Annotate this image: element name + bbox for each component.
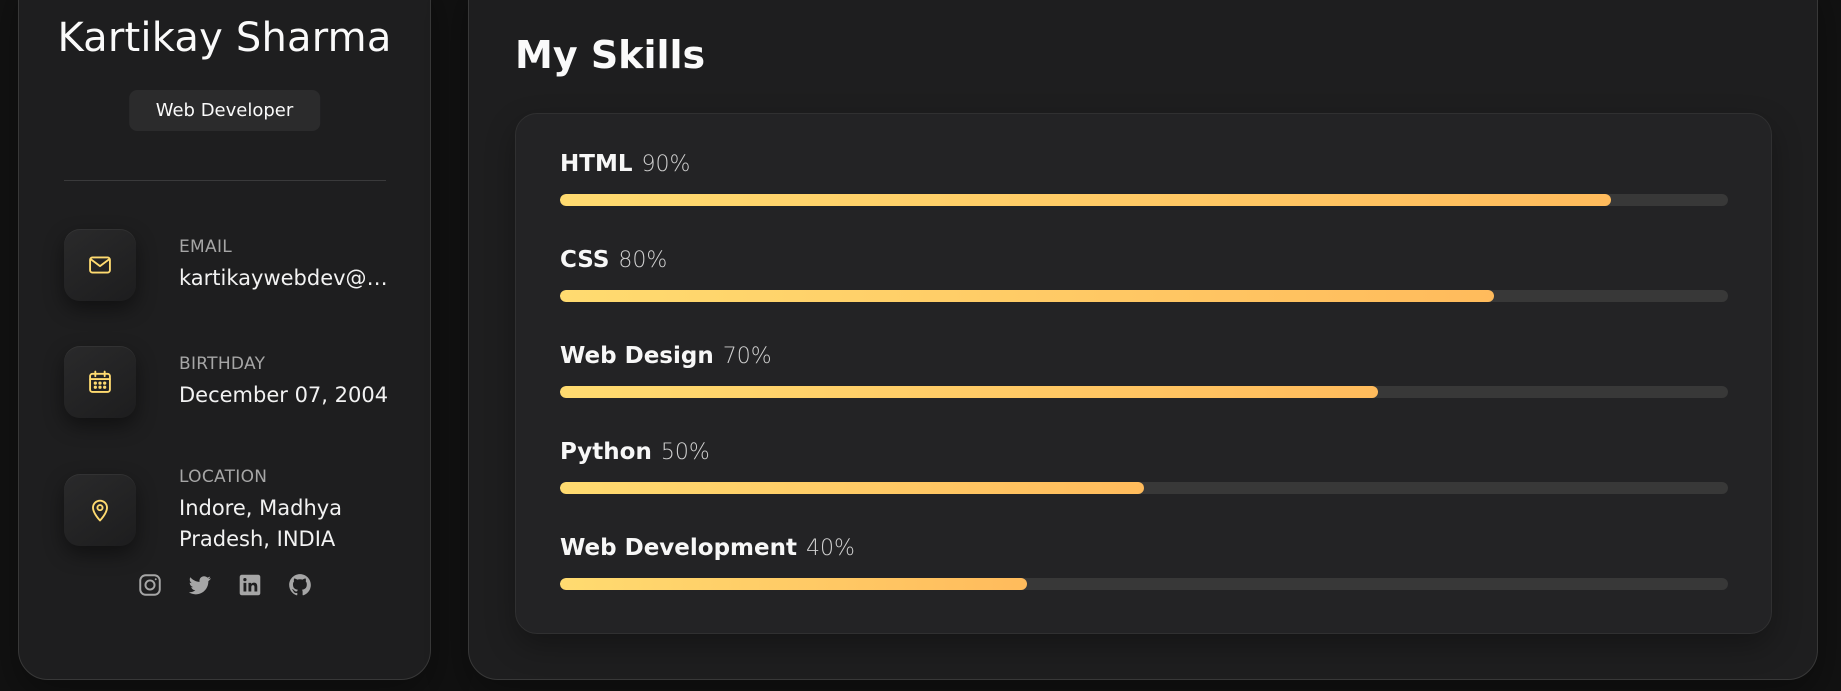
skill-percent: 50% — [660, 440, 710, 465]
contact-item-email: EMAIL kartikaywebdev@gmail.com — [64, 229, 394, 319]
email-link[interactable]: kartikaywebdev@gmail.com — [179, 263, 394, 294]
skill-progress-fill — [560, 290, 1495, 302]
skill-percent: 90% — [641, 152, 691, 177]
job-title-badge: Web Developer — [128, 90, 321, 131]
skill-name: Web Development — [560, 535, 797, 561]
skill-percent: 70% — [722, 344, 772, 369]
skill-name: CSS — [560, 247, 610, 273]
skill-name: HTML — [560, 151, 633, 177]
skill-name: Web Design — [560, 343, 714, 369]
skill-percent: 80% — [618, 248, 668, 273]
social-links — [19, 572, 430, 598]
skill-item: Python 50% — [560, 439, 1728, 535]
profile-sidebar: Kartikay Sharma Web Developer EMAIL kart… — [18, 0, 431, 680]
skill-progress-fill — [560, 482, 1144, 494]
skill-name: Python — [560, 439, 652, 465]
skill-item: Web Design 70% — [560, 343, 1728, 439]
skill-item: HTML 90% — [560, 151, 1728, 247]
contact-item-birthday: BIRTHDAY December 07, 2004 — [64, 346, 394, 436]
contact-label-email: EMAIL — [179, 237, 233, 257]
skill-progress-track — [560, 482, 1728, 494]
profile-name: Kartikay Sharma — [57, 15, 392, 61]
skill-progress-track — [560, 194, 1728, 206]
calendar-icon — [64, 346, 136, 418]
skill-progress-track — [560, 386, 1728, 398]
instagram-icon[interactable] — [137, 572, 163, 598]
contact-label-location: LOCATION — [179, 467, 268, 487]
skill-percent: 40% — [806, 536, 855, 561]
section-title: My Skills — [515, 33, 706, 77]
skill-item: Web Development 40% — [560, 535, 1728, 631]
skills-list: HTML 90% CSS 80% Web Design 70% Python 50% Web D… — [560, 151, 1728, 631]
contact-label-birthday: BIRTHDAY — [179, 354, 266, 374]
skills-card: HTML 90% CSS 80% Web Design 70% Python 50% Web D… — [515, 113, 1772, 634]
linkedin-icon[interactable] — [237, 572, 263, 598]
separator — [64, 180, 386, 181]
location-pin-icon — [64, 474, 136, 546]
twitter-icon[interactable] — [187, 572, 213, 598]
contact-item-location: LOCATION Indore, Madhya Pradesh, INDIA — [64, 467, 394, 564]
main-panel: My Skills HTML 90% CSS 80% Web Design 70% Pyth… — [468, 0, 1818, 680]
github-icon[interactable] — [287, 572, 313, 598]
birthday-value: December 07, 2004 — [179, 383, 389, 407]
skill-progress-fill — [560, 194, 1612, 206]
skill-progress-fill — [560, 386, 1378, 398]
skill-progress-fill — [560, 578, 1028, 590]
location-value: Indore, Madhya Pradesh, INDIA — [179, 496, 343, 551]
skill-progress-track — [560, 578, 1728, 590]
skill-progress-track — [560, 290, 1728, 302]
mail-icon — [64, 229, 136, 301]
skill-item: CSS 80% — [560, 247, 1728, 343]
